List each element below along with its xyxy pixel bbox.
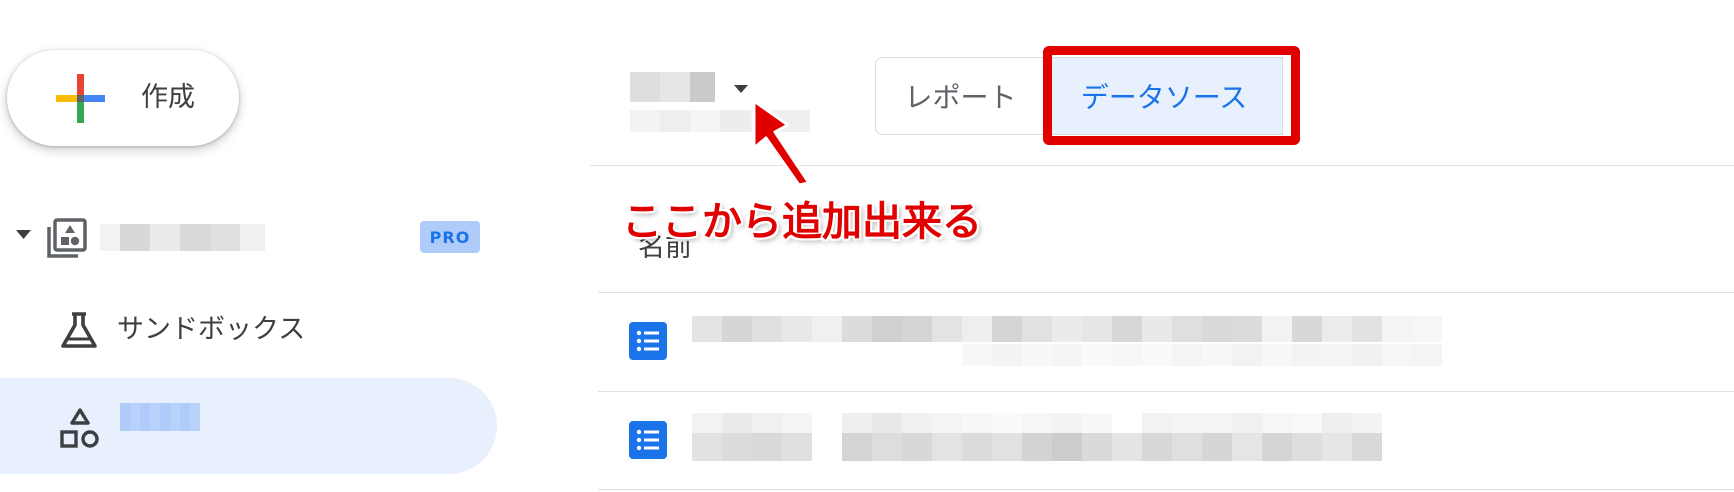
header-divider bbox=[590, 165, 1734, 166]
view-toggle: レポート データソース bbox=[875, 57, 1283, 135]
table-header-divider bbox=[598, 292, 1734, 293]
flask-icon bbox=[61, 312, 97, 348]
datasource-list-icon bbox=[629, 322, 667, 360]
annotation-text: ここから追加出来る bbox=[622, 199, 982, 245]
plus-icon bbox=[56, 74, 105, 123]
create-button[interactable]: 作成 bbox=[7, 50, 239, 146]
sidebar-item-sandbox[interactable]: サンドボックス bbox=[0, 300, 500, 360]
row-subtitle-redacted bbox=[962, 344, 1442, 366]
picker-name-redacted bbox=[630, 72, 715, 102]
row-subtitle-redacted bbox=[692, 433, 1382, 461]
pro-badge: PRO bbox=[420, 221, 480, 253]
workspace-name-redacted bbox=[100, 224, 265, 251]
caret-down-icon[interactable] bbox=[16, 230, 31, 240]
row-name-redacted bbox=[692, 316, 1442, 342]
sidebar-item-label: サンドボックス bbox=[117, 314, 306, 345]
tab-datasource[interactable]: データソース bbox=[1045, 57, 1283, 135]
table-row[interactable] bbox=[600, 294, 1734, 392]
source-picker-dropdown[interactable] bbox=[630, 72, 820, 142]
tab-report[interactable]: レポート bbox=[875, 57, 1045, 135]
shapes-icon bbox=[60, 408, 99, 448]
chevron-down-icon[interactable] bbox=[734, 85, 748, 94]
table-row[interactable] bbox=[600, 393, 1734, 491]
shared-workspace-icon bbox=[47, 218, 87, 258]
row-divider bbox=[598, 391, 1734, 392]
sidebar-item-selected[interactable] bbox=[0, 378, 497, 474]
selected-item-name-redacted bbox=[120, 403, 200, 431]
datasource-list-icon bbox=[629, 421, 667, 459]
row-divider bbox=[598, 489, 1734, 490]
workspace-row[interactable]: PRO bbox=[0, 206, 500, 266]
create-label: 作成 bbox=[141, 82, 195, 113]
picker-subtitle-redacted bbox=[630, 110, 810, 132]
